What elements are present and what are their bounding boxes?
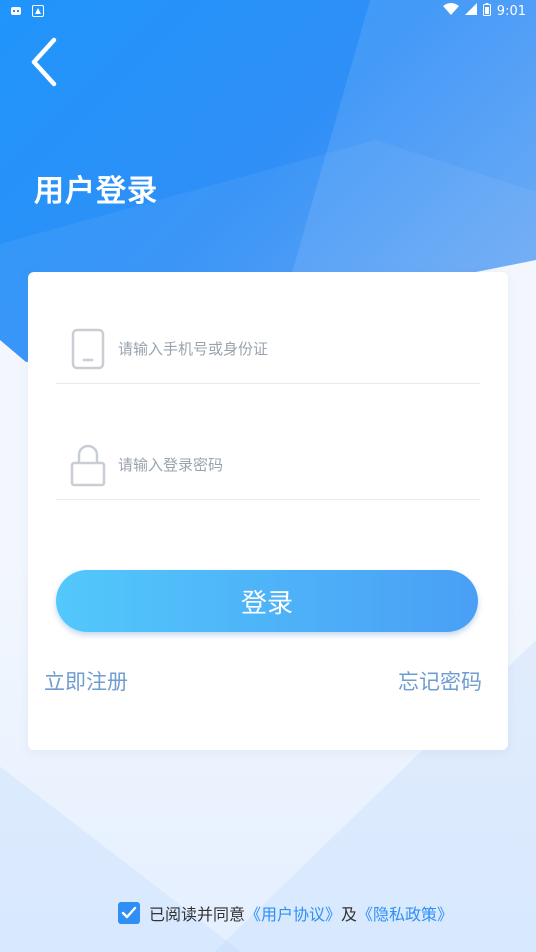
agreement-checkbox[interactable] bbox=[118, 902, 140, 924]
login-card: 登录 立即注册 忘记密码 bbox=[28, 272, 508, 750]
wifi-icon bbox=[442, 3, 459, 19]
notification-icon bbox=[10, 5, 22, 17]
phone-icon bbox=[68, 326, 108, 372]
page-title: 用户登录 bbox=[34, 174, 158, 209]
password-field bbox=[56, 430, 480, 500]
agreement-row: 已阅读并同意 《用户协议》 及 《隐私政策》 bbox=[118, 900, 453, 926]
status-bar: 9:01 bbox=[0, 0, 536, 22]
agreement-conjunction: 及 bbox=[341, 905, 358, 924]
battery-icon bbox=[482, 2, 491, 20]
password-input[interactable] bbox=[118, 455, 458, 474]
back-button[interactable] bbox=[24, 36, 64, 92]
register-link[interactable]: 立即注册 bbox=[44, 666, 128, 696]
phone-input[interactable] bbox=[118, 339, 458, 358]
lock-icon bbox=[68, 442, 108, 488]
chevron-left-icon bbox=[28, 36, 60, 92]
app-icon bbox=[32, 5, 44, 17]
phone-field bbox=[56, 314, 480, 384]
signal-icon bbox=[464, 3, 477, 19]
user-agreement-link[interactable]: 《用户协议》 bbox=[245, 901, 341, 925]
status-time: 9:01 bbox=[496, 3, 526, 19]
login-button[interactable]: 登录 bbox=[56, 570, 478, 632]
forgot-password-link[interactable]: 忘记密码 bbox=[398, 666, 482, 696]
checkmark-icon bbox=[121, 906, 137, 919]
agreement-prefix: 已阅读并同意 bbox=[149, 905, 246, 924]
privacy-policy-link[interactable]: 《隐私政策》 bbox=[357, 901, 453, 925]
